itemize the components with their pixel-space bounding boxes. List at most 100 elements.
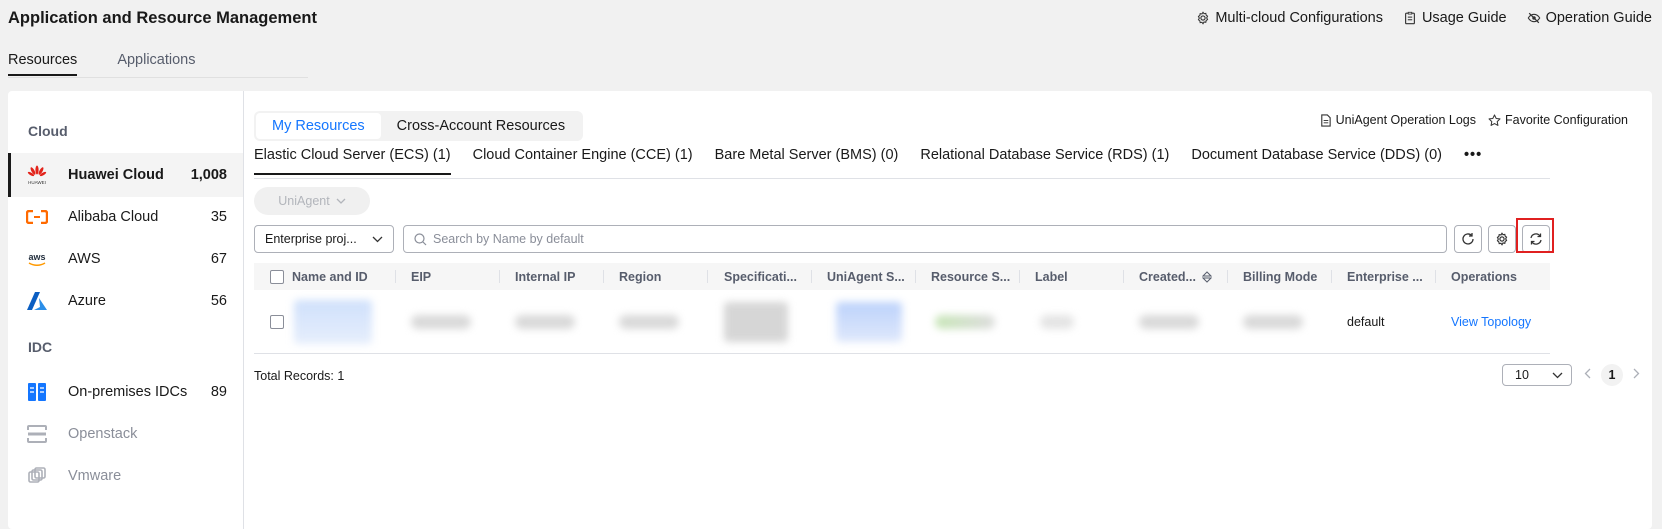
view-topology-link[interactable]: View Topology	[1451, 290, 1531, 354]
col-created-label: Created...	[1139, 269, 1196, 284]
tab-ecs[interactable]: Elastic Cloud Server (ECS) (1)	[254, 147, 451, 175]
next-page-button[interactable]	[1633, 368, 1640, 382]
cloud-group-heading: Cloud	[28, 123, 68, 139]
more-tabs-button[interactable]: •••	[1464, 147, 1482, 175]
col-enterprise-project[interactable]: Enterprise ...	[1347, 263, 1423, 290]
settings-button[interactable]	[1488, 225, 1516, 253]
tab-cce[interactable]: Cloud Container Engine (CCE) (1)	[473, 147, 693, 175]
tab-bms[interactable]: Bare Metal Server (BMS) (0)	[715, 147, 899, 175]
eye-off-icon	[1527, 12, 1540, 24]
favorite-configuration-link[interactable]: Favorite Configuration	[1488, 113, 1628, 127]
content-panel: My Resources Cross-Account Resources Uni…	[252, 91, 1644, 529]
tab-resources[interactable]: Resources	[8, 52, 78, 76]
search-icon	[414, 232, 427, 245]
header-links: Multi-cloud Configurations Usage Guide O…	[1196, 10, 1652, 26]
resources-table: Name and ID EIP Internal IP Region Speci…	[254, 263, 1550, 354]
redacted-created	[1139, 315, 1199, 329]
sidebar-item-aws[interactable]: aws AWS 67	[8, 237, 243, 281]
multi-cloud-configurations-label: Multi-cloud Configurations	[1215, 10, 1383, 26]
vmware-icon	[26, 465, 48, 487]
row-checkbox[interactable]	[270, 315, 284, 329]
content-links: UniAgent Operation Logs Favorite Configu…	[1319, 113, 1628, 127]
page-title: Application and Resource Management	[8, 9, 317, 27]
uniagent-label: UniAgent	[278, 194, 330, 208]
redacted-eip	[411, 315, 471, 329]
col-name-and-id[interactable]: Name and ID	[292, 263, 368, 290]
sidebar-item-azure[interactable]: Azure 56	[8, 279, 243, 323]
redacted-internal-ip	[515, 315, 575, 329]
enterprise-project-cell: default	[1347, 315, 1385, 329]
resource-scope-toggle: My Resources Cross-Account Resources	[254, 111, 584, 141]
total-records: Total Records: 1	[254, 369, 345, 383]
clipboard-icon	[1405, 11, 1415, 25]
sidebar-item-alibaba-cloud[interactable]: Alibaba Cloud 35	[8, 195, 243, 239]
select-all-checkbox[interactable]	[270, 269, 284, 284]
my-resources-button[interactable]: My Resources	[256, 113, 381, 139]
tab-dds[interactable]: Document Database Service (DDS) (0)	[1191, 147, 1442, 175]
tab-applications[interactable]: Applications	[117, 52, 195, 76]
chevron-left-icon	[1584, 368, 1591, 379]
col-created[interactable]: Created...	[1139, 263, 1212, 290]
enterprise-project-value: Enterprise proj...	[265, 232, 357, 246]
col-label[interactable]: Label	[1035, 263, 1068, 290]
col-internal-ip[interactable]: Internal IP	[515, 263, 575, 290]
col-uniagent-status[interactable]: UniAgent S...	[827, 263, 905, 290]
col-billing-mode[interactable]: Billing Mode	[1243, 263, 1317, 290]
sidebar: Cloud HUAWEI Huawei Cloud 1,008 Alibaba …	[8, 91, 244, 529]
sidebar-item-huawei-cloud[interactable]: HUAWEI Huawei Cloud 1,008	[8, 153, 243, 197]
col-specification[interactable]: Specificati...	[724, 263, 797, 290]
usage-guide-link[interactable]: Usage Guide	[1403, 10, 1507, 26]
highlight-box	[1516, 218, 1554, 253]
huawei-icon: HUAWEI	[26, 164, 48, 186]
search-box	[403, 225, 1447, 253]
redacted-region	[619, 315, 679, 329]
search-input[interactable]	[433, 232, 1436, 246]
openstack-icon	[26, 423, 48, 445]
sidebar-item-on-premises-idcs[interactable]: On-premises IDCs 89	[8, 370, 243, 414]
col-resource-status[interactable]: Resource S...	[931, 263, 1010, 290]
col-region[interactable]: Region	[619, 263, 661, 290]
pagination: 10 1	[1502, 364, 1640, 386]
favorite-configuration-label: Favorite Configuration	[1505, 113, 1628, 127]
operation-guide-link[interactable]: Operation Guide	[1527, 10, 1652, 26]
page-size-select[interactable]: 10	[1502, 364, 1572, 386]
sidebar-item-label: Alibaba Cloud	[68, 209, 159, 225]
azure-icon	[26, 290, 48, 312]
uniagent-operation-logs-link[interactable]: UniAgent Operation Logs	[1319, 113, 1476, 127]
sidebar-item-openstack[interactable]: Openstack	[8, 412, 243, 456]
table-header: Name and ID EIP Internal IP Region Speci…	[254, 263, 1550, 290]
uniagent-dropdown-button[interactable]: UniAgent	[254, 187, 370, 215]
operation-guide-label: Operation Guide	[1545, 10, 1652, 26]
redacted-resource-status	[935, 315, 995, 329]
sidebar-item-label: On-premises IDCs	[68, 384, 188, 400]
sidebar-item-label: Huawei Cloud	[68, 167, 164, 183]
service-tabs: Elastic Cloud Server (ECS) (1) Cloud Con…	[254, 147, 1482, 175]
sidebar-item-count: 56	[210, 293, 227, 309]
sidebar-item-label: Azure	[68, 293, 106, 309]
star-icon	[1488, 113, 1501, 126]
alibaba-icon	[26, 206, 48, 228]
refresh-icon	[1462, 233, 1474, 245]
sidebar-item-vmware[interactable]: Vmware	[8, 454, 243, 498]
col-eip[interactable]: EIP	[411, 263, 431, 290]
redacted-label	[1040, 315, 1074, 329]
redacted-uniagent-status	[836, 302, 902, 342]
service-tabs-divider	[254, 178, 1550, 179]
prev-page-button[interactable]	[1584, 368, 1591, 382]
refresh-button[interactable]	[1454, 225, 1482, 253]
chevron-down-icon	[1552, 372, 1563, 378]
redacted-specification	[724, 302, 788, 342]
server-icon	[26, 381, 48, 403]
main-card: Cloud HUAWEI Huawei Cloud 1,008 Alibaba …	[8, 91, 1652, 529]
tab-rds[interactable]: Relational Database Service (RDS) (1)	[920, 147, 1169, 175]
multi-cloud-configurations-link[interactable]: Multi-cloud Configurations	[1196, 10, 1383, 26]
cross-account-resources-button[interactable]: Cross-Account Resources	[381, 113, 581, 139]
redacted-billing-mode	[1243, 315, 1303, 329]
page-number[interactable]: 1	[1601, 364, 1623, 386]
redacted-name	[294, 300, 372, 344]
aws-icon: aws	[26, 248, 48, 270]
chevron-down-icon	[372, 236, 383, 242]
idc-group-heading: IDC	[28, 339, 53, 355]
enterprise-project-select[interactable]: Enterprise proj...	[254, 225, 394, 253]
filter-row: Enterprise proj...	[254, 218, 1556, 253]
